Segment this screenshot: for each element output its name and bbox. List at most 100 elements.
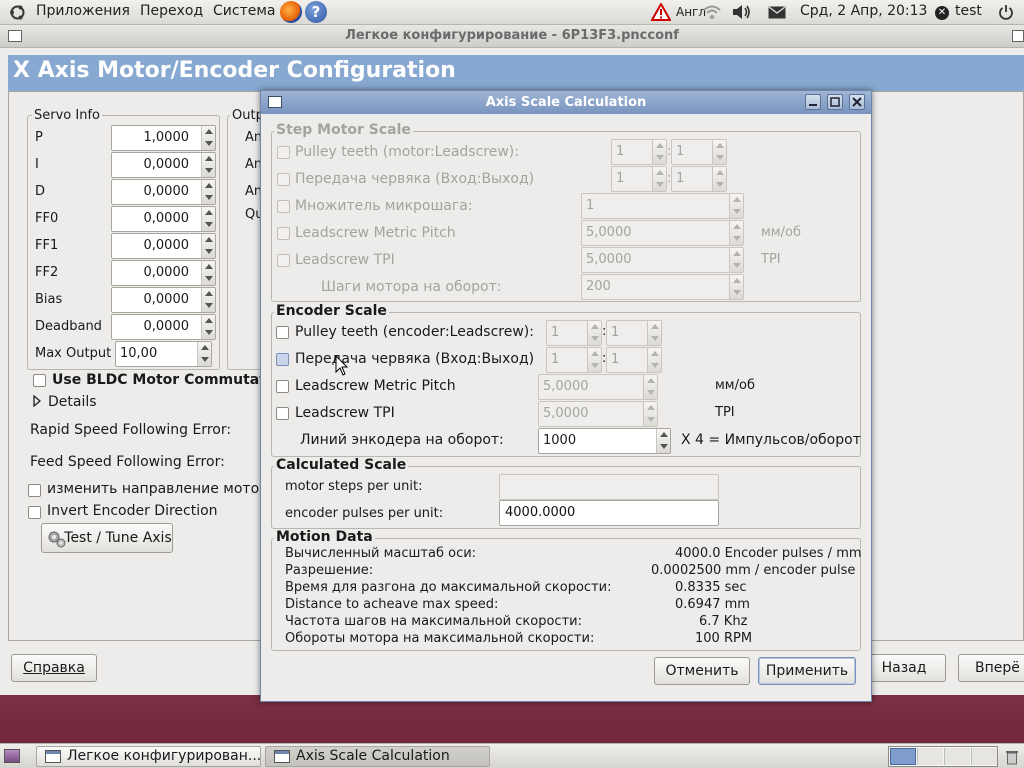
step-metric-pitch-input[interactable]: 5,0000 bbox=[581, 220, 744, 246]
spin-arrows-icon[interactable] bbox=[652, 167, 666, 191]
spin-arrows-icon[interactable] bbox=[656, 429, 670, 453]
help-icon[interactable]: ? bbox=[305, 1, 327, 23]
steps-per-rev-input[interactable]: 200 bbox=[581, 274, 744, 300]
spin-arrows-icon[interactable] bbox=[729, 248, 743, 272]
test-tune-axis-button[interactable]: Test / Tune Axis bbox=[41, 523, 173, 553]
encoder-lines-input[interactable]: 1000 bbox=[538, 428, 671, 454]
step-worm-checkbox[interactable] bbox=[277, 173, 290, 186]
expander-arrow-icon[interactable] bbox=[32, 394, 42, 408]
spin-arrows-icon[interactable] bbox=[201, 180, 215, 204]
encoder-pulley-leadscrew-input[interactable]: 1 bbox=[606, 320, 662, 346]
network-icon[interactable] bbox=[703, 4, 721, 20]
servo-d-input[interactable]: 0,0000 bbox=[111, 179, 216, 205]
forward-button[interactable]: Вперё bbox=[958, 654, 1024, 682]
back-button[interactable]: Назад bbox=[862, 654, 946, 682]
encoder-metric-pitch-input[interactable]: 5,0000 bbox=[538, 374, 658, 400]
workspace-3[interactable] bbox=[944, 748, 970, 765]
workspace-1[interactable] bbox=[890, 748, 916, 765]
encoder-pulley-checkbox[interactable] bbox=[276, 326, 289, 339]
step-worm-in-input[interactable]: 1 bbox=[611, 166, 667, 192]
minimize-icon[interactable] bbox=[805, 94, 821, 110]
servo-p-input[interactable]: 1,0000 bbox=[111, 125, 216, 151]
encoder-worm-checkbox[interactable] bbox=[276, 353, 289, 366]
spin-arrows-icon[interactable] bbox=[729, 275, 743, 299]
help-button[interactable]: Справка bbox=[11, 654, 97, 682]
menu-system[interactable]: Система bbox=[213, 3, 275, 19]
menu-applications[interactable]: Приложения bbox=[36, 3, 130, 19]
spin-arrows-icon[interactable] bbox=[201, 261, 215, 285]
servo-ff2-input[interactable]: 0,0000 bbox=[111, 260, 216, 286]
servo-ff1-input[interactable]: 0,0000 bbox=[111, 233, 216, 259]
encoder-tpi-checkbox[interactable] bbox=[276, 407, 289, 420]
spin-arrows-icon[interactable] bbox=[712, 167, 726, 191]
change-direction-label[interactable]: изменить направление мотор bbox=[47, 481, 268, 497]
step-pulley-motor-input[interactable]: 1 bbox=[611, 139, 667, 165]
step-tpi-input[interactable]: 5,0000 bbox=[581, 247, 744, 273]
menu-places[interactable]: Переход bbox=[140, 3, 203, 19]
dialog-titlebar[interactable]: Axis Scale Calculation bbox=[261, 91, 871, 114]
workspace-4[interactable] bbox=[971, 748, 997, 765]
spin-arrows-icon[interactable] bbox=[201, 315, 215, 339]
clock[interactable]: Срд, 2 Апр, 20:13 bbox=[800, 3, 927, 19]
invert-encoder-label[interactable]: Invert Encoder Direction bbox=[47, 503, 218, 519]
encoder-worm-in-input[interactable]: 1 bbox=[546, 347, 602, 373]
warning-icon[interactable] bbox=[650, 1, 672, 21]
invert-encoder-checkbox[interactable] bbox=[28, 506, 41, 519]
close-icon[interactable] bbox=[849, 94, 865, 110]
encoder-pulley-label[interactable]: Pulley teeth (encoder:Leadscrew): bbox=[295, 324, 534, 340]
max-output-input[interactable]: 10,00 bbox=[115, 341, 212, 367]
details-expander[interactable]: Details bbox=[48, 394, 97, 410]
microstep-checkbox[interactable] bbox=[277, 200, 290, 213]
ubuntu-logo-icon[interactable] bbox=[9, 4, 26, 21]
servo-ff0-input[interactable]: 0,0000 bbox=[111, 206, 216, 232]
cancel-button[interactable]: Отменить bbox=[654, 657, 750, 685]
encoder-metric-pitch-label[interactable]: Leadscrew Metric Pitch bbox=[295, 378, 456, 394]
microstep-input[interactable]: 1 bbox=[581, 193, 744, 219]
taskbar-item-axis-scale[interactable]: Axis Scale Calculation bbox=[265, 746, 490, 767]
firefox-icon[interactable] bbox=[280, 1, 302, 23]
volume-icon[interactable] bbox=[732, 4, 752, 20]
show-desktop-icon[interactable] bbox=[4, 749, 20, 763]
apply-button[interactable]: Применить bbox=[758, 657, 856, 685]
spin-arrows-icon[interactable] bbox=[201, 207, 215, 231]
servo-bias-input[interactable]: 0,0000 bbox=[111, 287, 216, 313]
encoder-pulley-encoder-input[interactable]: 1 bbox=[546, 320, 602, 346]
step-tpi-checkbox[interactable] bbox=[277, 254, 290, 267]
servo-i-input[interactable]: 0,0000 bbox=[111, 152, 216, 178]
step-metric-pitch-checkbox[interactable] bbox=[277, 227, 290, 240]
encoder-tpi-input[interactable]: 5,0000 bbox=[538, 401, 658, 427]
step-pulley-checkbox[interactable] bbox=[277, 146, 290, 159]
spin-arrows-icon[interactable] bbox=[201, 153, 215, 177]
step-worm-out-input[interactable]: 1 bbox=[671, 166, 727, 192]
workspace-switcher[interactable] bbox=[888, 746, 998, 767]
spin-arrows-icon[interactable] bbox=[647, 348, 661, 372]
mail-icon[interactable] bbox=[768, 6, 786, 19]
spin-arrows-icon[interactable] bbox=[712, 140, 726, 164]
spin-arrows-icon[interactable] bbox=[197, 342, 211, 366]
encoder-metric-pitch-checkbox[interactable] bbox=[276, 380, 289, 393]
encoder-worm-label[interactable]: Передача червяка (Вход:Выход) bbox=[295, 351, 534, 367]
user-name[interactable]: test bbox=[955, 3, 982, 19]
workspace-2[interactable] bbox=[917, 748, 943, 765]
spin-arrows-icon[interactable] bbox=[643, 375, 657, 399]
encoder-pulses-field[interactable]: 4000.0000 bbox=[499, 500, 719, 526]
user-status-icon[interactable]: ✕ bbox=[935, 6, 949, 20]
servo-deadband-input[interactable]: 0,0000 bbox=[111, 314, 216, 340]
change-direction-checkbox[interactable] bbox=[28, 484, 41, 497]
power-icon[interactable] bbox=[998, 4, 1014, 20]
window-control-icon[interactable] bbox=[1012, 30, 1024, 42]
step-pulley-leadscrew-input[interactable]: 1 bbox=[671, 139, 727, 165]
encoder-tpi-label[interactable]: Leadscrew TPI bbox=[295, 405, 395, 421]
taskbar-item-main-window[interactable]: Легкое конфигурирован... bbox=[36, 746, 261, 767]
motor-steps-field[interactable] bbox=[499, 474, 719, 500]
encoder-worm-out-input[interactable]: 1 bbox=[606, 347, 662, 373]
spin-arrows-icon[interactable] bbox=[587, 348, 601, 372]
bldc-label[interactable]: Use BLDC Motor Commutati bbox=[52, 372, 271, 388]
bldc-checkbox[interactable] bbox=[33, 374, 46, 387]
spin-arrows-icon[interactable] bbox=[647, 321, 661, 345]
spin-arrows-icon[interactable] bbox=[729, 221, 743, 245]
main-window-titlebar[interactable]: Легкое конфигурирование - 6P13F3.pncconf bbox=[0, 25, 1024, 48]
spin-arrows-icon[interactable] bbox=[652, 140, 666, 164]
spin-arrows-icon[interactable] bbox=[643, 402, 657, 426]
spin-arrows-icon[interactable] bbox=[587, 321, 601, 345]
